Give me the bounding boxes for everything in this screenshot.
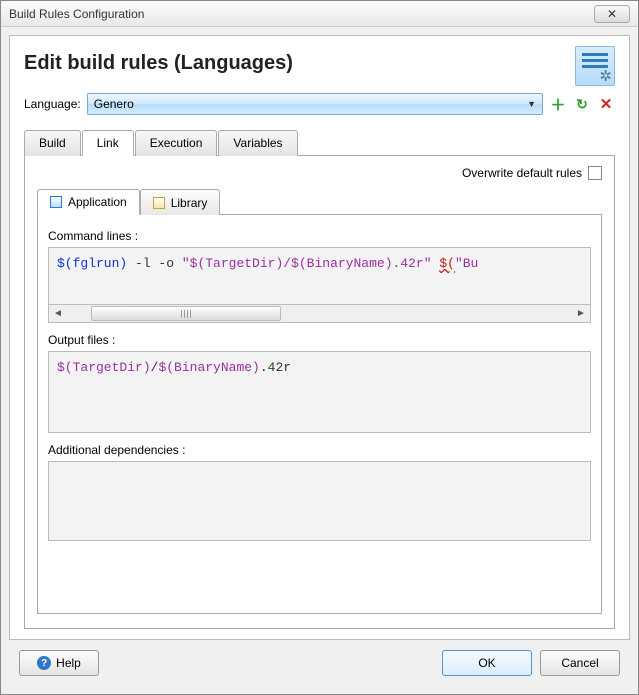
language-label: Language: — [24, 97, 81, 111]
library-icon — [153, 197, 165, 209]
content-area: Edit build rules (Languages) Language: G… — [1, 27, 638, 694]
tab-application[interactable]: Application — [37, 189, 140, 215]
output-files-input[interactable]: $(TargetDir)/$(BinaryName).42r — [48, 351, 591, 433]
help-icon: ? — [37, 656, 51, 670]
scroll-right-button[interactable]: ► — [572, 305, 590, 322]
tab-link-label: Link — [97, 136, 119, 150]
help-label: Help — [56, 656, 81, 670]
tab-link[interactable]: Link — [82, 130, 134, 156]
heading-row: Edit build rules (Languages) — [24, 46, 615, 93]
help-button[interactable]: ? Help — [19, 650, 99, 676]
tab-library[interactable]: Library — [140, 189, 221, 215]
add-language-button[interactable]: ＋ — [549, 95, 567, 113]
cancel-button[interactable]: Cancel — [540, 650, 620, 676]
command-lines-hscroll[interactable]: ◄ ► — [48, 305, 591, 323]
overwrite-row: Overwrite default rules — [37, 166, 602, 180]
of-tok3: $(BinaryName) — [158, 360, 259, 375]
inner-tabs: Application Library — [37, 188, 602, 214]
cancel-label: Cancel — [561, 656, 598, 670]
overwrite-checkbox[interactable] — [588, 166, 602, 180]
cl-tok6: $(BinaryName) — [291, 256, 392, 271]
tab-application-label: Application — [68, 195, 127, 209]
refresh-button[interactable]: ↻ — [573, 95, 591, 113]
additional-deps-input[interactable] — [48, 461, 591, 541]
scroll-left-button[interactable]: ◄ — [49, 305, 67, 322]
window-title: Build Rules Configuration — [9, 7, 144, 21]
cl-tok5: / — [283, 256, 291, 271]
of-tok1: $(TargetDir) — [57, 360, 151, 375]
tab-application-panel: Command lines : $(fglrun) -l -o "$(Targe… — [37, 214, 602, 614]
command-lines-input[interactable]: $(fglrun) -l -o "$(TargetDir)/$(BinaryNa… — [48, 247, 591, 305]
overwrite-label: Overwrite default rules — [462, 166, 582, 180]
main-panel: Edit build rules (Languages) Language: G… — [9, 35, 630, 640]
language-value: Genero — [94, 97, 134, 111]
cl-tok3: " — [182, 256, 190, 271]
rules-icon — [575, 46, 615, 86]
cl-tok4: $(TargetDir) — [190, 256, 284, 271]
cl-tok9: $( — [439, 256, 455, 271]
dialog-window: Build Rules Configuration ✕ Edit build r… — [0, 0, 639, 695]
cl-tok8: " — [424, 256, 440, 271]
cl-tok10: "Bu — [455, 256, 478, 271]
close-icon: ✕ — [607, 7, 617, 21]
tab-variables[interactable]: Variables — [218, 130, 297, 156]
outer-tabs: Build Link Execution Variables — [24, 129, 615, 155]
tab-variables-label: Variables — [233, 136, 282, 150]
language-select[interactable]: Genero ▼ — [87, 93, 543, 115]
chevron-down-icon: ▼ — [527, 99, 536, 109]
delete-language-button[interactable]: ✕ — [597, 95, 615, 113]
ok-label: OK — [478, 656, 495, 670]
footer-right: OK Cancel — [442, 650, 620, 676]
of-tok4: .42r — [260, 360, 291, 375]
dialog-footer: ? Help OK Cancel — [9, 640, 630, 686]
tab-build-label: Build — [39, 136, 66, 150]
tab-execution[interactable]: Execution — [135, 130, 218, 156]
cl-tok7: .42r — [393, 256, 424, 271]
window-close-button[interactable]: ✕ — [594, 5, 630, 23]
cl-tok2: -l -o — [127, 256, 182, 271]
additional-deps-label: Additional dependencies : — [48, 443, 591, 457]
tab-build[interactable]: Build — [24, 130, 81, 156]
tab-library-label: Library — [171, 196, 208, 210]
tab-link-panel: Overwrite default rules Application Libr… — [24, 155, 615, 629]
command-lines-label: Command lines : — [48, 229, 591, 243]
cl-tok1: $(fglrun) — [57, 256, 127, 271]
tab-execution-label: Execution — [150, 136, 203, 150]
application-icon — [50, 196, 62, 208]
scroll-track[interactable] — [67, 305, 572, 322]
scroll-thumb[interactable] — [91, 306, 281, 321]
language-row: Language: Genero ▼ ＋ ↻ ✕ — [24, 93, 615, 115]
output-files-label: Output files : — [48, 333, 591, 347]
ok-button[interactable]: OK — [442, 650, 532, 676]
page-title: Edit build rules (Languages) — [24, 52, 293, 75]
titlebar: Build Rules Configuration ✕ — [1, 1, 638, 27]
